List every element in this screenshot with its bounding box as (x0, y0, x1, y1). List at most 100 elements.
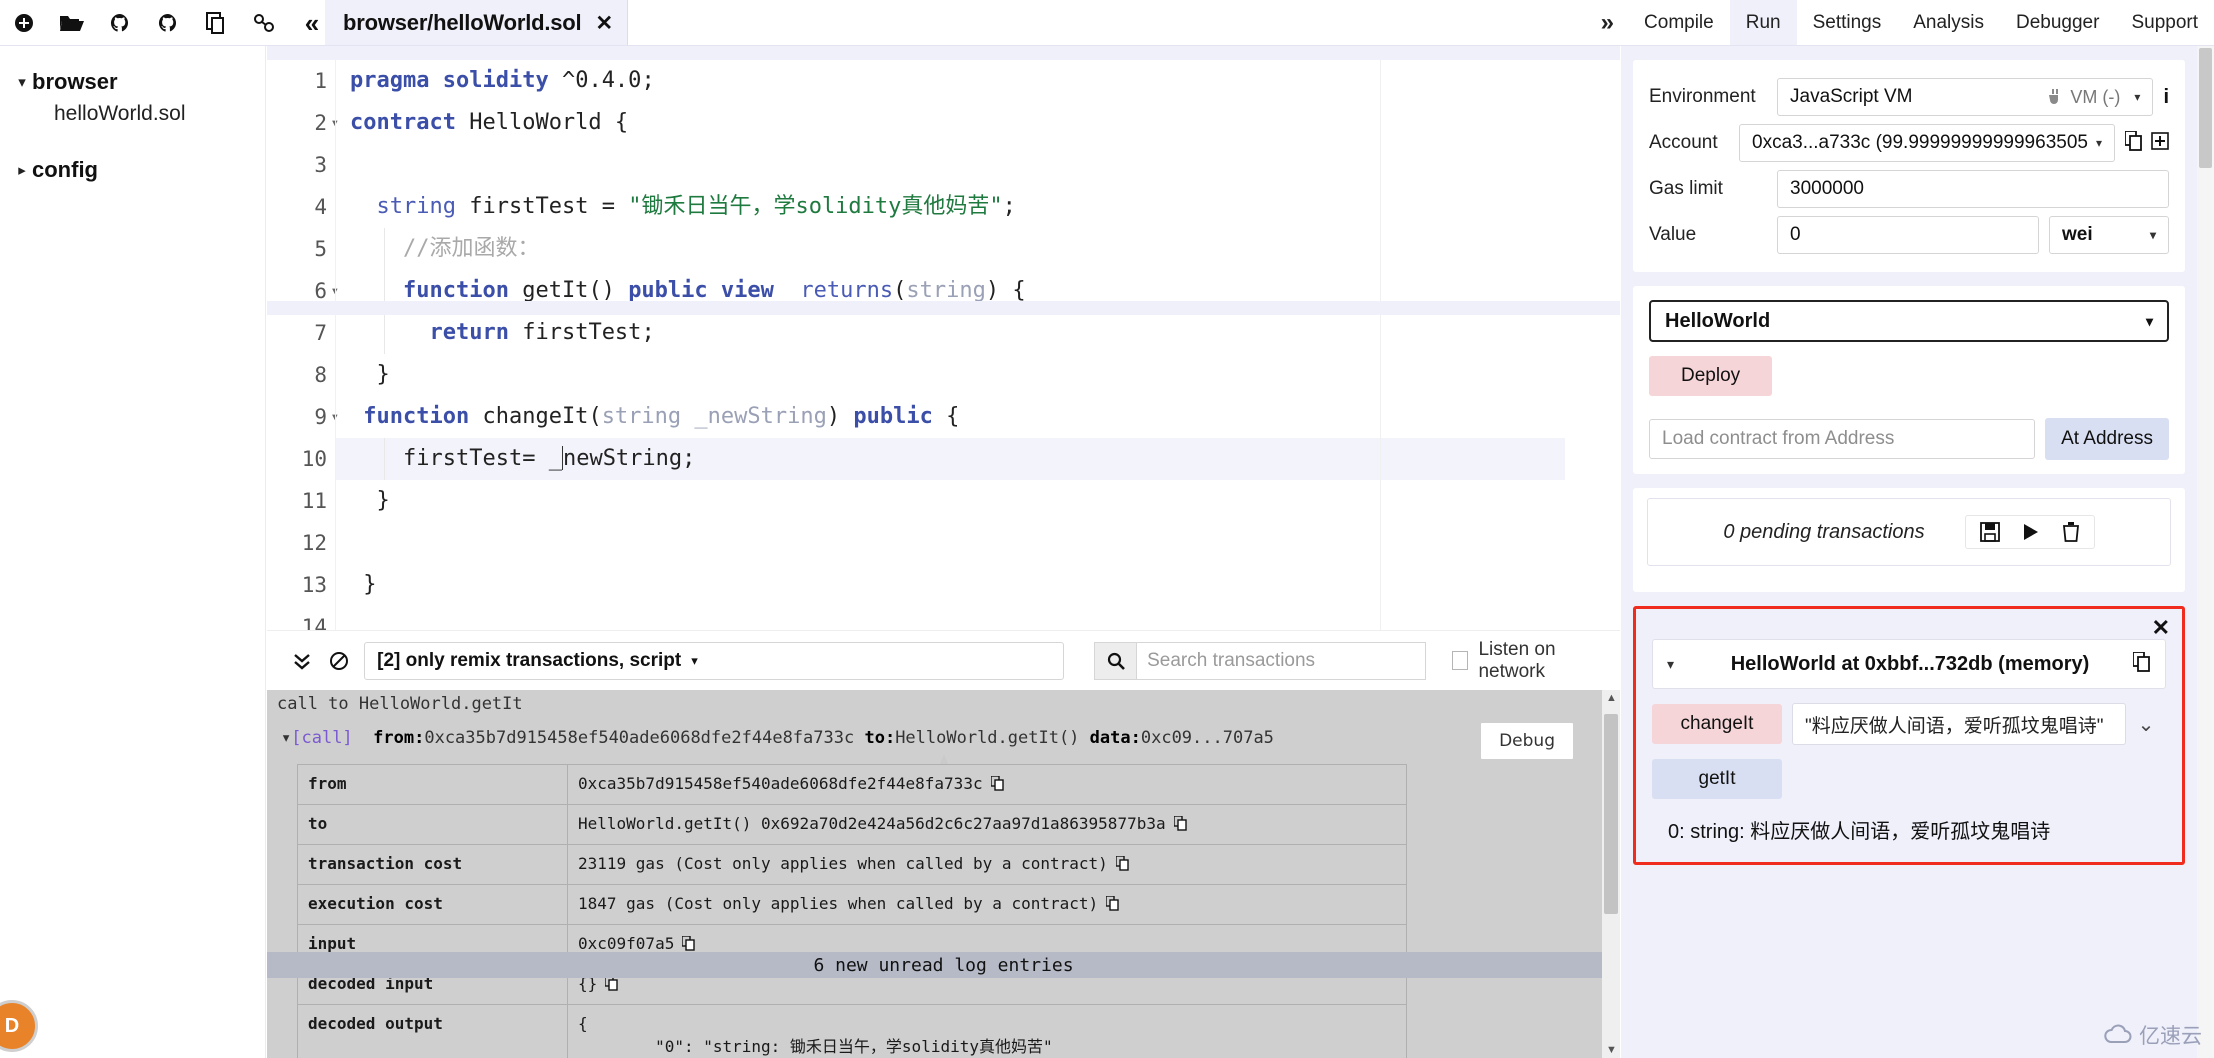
tab-support[interactable]: Support (2115, 0, 2214, 46)
close-icon[interactable]: ✕ (595, 13, 613, 34)
table-value: 23119 gas (Cost only applies when called… (567, 844, 1407, 885)
log-head-line: call to HelloWorld.getIt (277, 694, 523, 714)
tab-settings[interactable]: Settings (1797, 0, 1898, 46)
gas-limit-label: Gas limit (1649, 178, 1723, 199)
chevron-right-icon[interactable]: ▸ (12, 161, 32, 179)
scroll-up-icon[interactable]: ▲ (1606, 692, 1617, 704)
getit-button[interactable]: getIt (1652, 759, 1782, 799)
link-icon[interactable] (240, 0, 288, 46)
copy-file-icon[interactable] (192, 0, 240, 46)
tree-folder-config[interactable]: ▸ config (0, 154, 265, 186)
collapse-terminal-icon[interactable] (283, 639, 321, 683)
file-tab-label: browser/helloWorld.sol (343, 10, 582, 35)
deployed-contract-panel: ✕ ▾ HelloWorld at 0xbbf...732db (memory)… (1633, 606, 2185, 865)
editor-body[interactable]: 1 2 ▾ 3 4 5 6 ▾ 7 8 9 ▾ 10 11 12 13 14 p… (267, 60, 1620, 630)
run-settings-card: Environment JavaScript VM VM (-) ▾ i Acc… (1633, 60, 2185, 272)
tab-compile[interactable]: Compile (1628, 0, 1730, 46)
gas-limit-input[interactable]: 3000000 (1777, 170, 2169, 208)
transaction-filter-select[interactable]: [2] only remix transactions, script ▾ (364, 641, 1065, 680)
add-file-icon[interactable] (0, 0, 48, 46)
listen-checkbox[interactable] (1452, 651, 1469, 670)
copy-icon[interactable] (604, 975, 618, 995)
account-row: Account 0xca3...a733c (99.99999999999963… (1649, 120, 2169, 166)
expand-tabs-icon[interactable]: » (1587, 11, 1628, 35)
terminal-log[interactable]: call to HelloWorld.getIt ▾[call] from:0x… (267, 690, 1620, 1058)
editor-code-area[interactable]: 1 2 ▾ 3 4 5 6 ▾ 7 8 9 ▾ 10 11 12 13 14 p… (267, 60, 1565, 630)
info-icon[interactable]: i (2163, 86, 2169, 109)
tree-folder-browser[interactable]: ▾ browser (0, 66, 265, 98)
tree-file-helloworld-label: helloWorld.sol (54, 102, 186, 125)
search-icon[interactable] (1094, 641, 1137, 680)
editor-mid-strip (267, 301, 1620, 315)
line-number: 4 (314, 195, 327, 219)
terminal-scrollbar[interactable]: ▲ ▼ (1602, 690, 1620, 1058)
scroll-down-icon[interactable]: ▼ (1606, 1044, 1617, 1056)
scrollbar-thumb[interactable] (1604, 714, 1618, 914)
scrollbar-thumb[interactable] (2199, 48, 2212, 168)
copy-icon[interactable] (1172, 815, 1187, 835)
copy-icon[interactable] (2132, 650, 2151, 677)
add-account-icon[interactable] (2151, 131, 2169, 155)
save-icon[interactable] (1979, 522, 2000, 542)
table-row: to HelloWorld.getIt() 0x692a70d2e424a56d… (297, 804, 1407, 845)
changeit-input[interactable]: "料应厌做人间语，爱听孤坟鬼唱诗" (1792, 703, 2126, 745)
table-row: from 0xca35b7d915458ef540ade6068dfe2f44e… (297, 764, 1407, 805)
copy-icon[interactable] (989, 775, 1004, 795)
chevron-down-icon[interactable]: ⌄ (2126, 712, 2166, 737)
github-publish-icon[interactable] (96, 0, 144, 46)
tab-debugger[interactable]: Debugger (2000, 0, 2115, 46)
file-tab[interactable]: browser/helloWorld.sol ✕ (325, 0, 629, 46)
log-call-row[interactable]: ▾[call] from:0xca35b7d915458ef540ade6068… (267, 716, 1620, 760)
pending-transactions-text: 0 pending transactions (1723, 520, 1925, 543)
close-icon[interactable]: ✕ (2152, 615, 2170, 641)
listen-on-network-toggle[interactable]: Listen on network (1452, 639, 1604, 683)
at-address-button[interactable]: At Address (2045, 418, 2169, 460)
line-number: 2 ▾ (267, 102, 339, 144)
deployed-contract-header[interactable]: ▾ HelloWorld at 0xbbf...732db (memory) (1652, 639, 2166, 689)
environment-select[interactable]: JavaScript VM VM (-) ▾ (1777, 78, 2154, 116)
value-input[interactable]: 0 (1777, 216, 2039, 254)
environment-row: Environment JavaScript VM VM (-) ▾ i (1649, 74, 2169, 120)
at-address-row: Load contract from Address At Address (1649, 418, 2169, 460)
tab-analysis[interactable]: Analysis (1897, 0, 2000, 46)
code-editor[interactable]: 1 2 ▾ 3 4 5 6 ▾ 7 8 9 ▾ 10 11 12 13 14 p… (267, 46, 1620, 630)
chevron-down-icon: ▾ (2095, 136, 2102, 150)
run-icon[interactable] (2022, 523, 2040, 541)
table-row: decoded output { "0": "string: 锄禾日当午，学so… (297, 1004, 1407, 1058)
vm-tag-label: VM (-) (2070, 86, 2121, 107)
chevron-down-icon[interactable]: ▾ (1667, 656, 1697, 673)
line-number: 12 (301, 531, 327, 555)
unread-log-banner[interactable]: 6 new unread log entries (267, 952, 1620, 978)
value-unit-select[interactable]: wei ▾ (2049, 216, 2169, 254)
page-scrollbar[interactable] (2197, 46, 2214, 1058)
table-row: transaction cost 23119 gas (Cost only ap… (297, 844, 1407, 885)
value-unit: wei (2062, 224, 2093, 245)
copy-icon[interactable] (1105, 895, 1119, 915)
search-input[interactable] (1136, 641, 1427, 680)
function-row-changeit: changeIt "料应厌做人间语，爱听孤坟鬼唱诗" ⌄ (1652, 703, 2166, 745)
pending-transactions-card: 0 pending transactions (1633, 488, 2185, 592)
account-actions (2124, 129, 2169, 156)
deploy-button[interactable]: Deploy (1649, 356, 1773, 396)
editor-top-strip (267, 46, 1620, 60)
contract-select[interactable]: HelloWorld ▾ (1649, 300, 2169, 342)
account-select[interactable]: 0xca3...a733c (99.99999999999963505 ▾ (1739, 124, 2115, 162)
github-gist-icon[interactable] (144, 0, 192, 46)
debug-button[interactable]: Debug (1480, 722, 1574, 760)
delete-icon[interactable] (2062, 522, 2080, 542)
line-number: 3 (314, 153, 327, 177)
changeit-button[interactable]: changeIt (1652, 704, 1782, 744)
notification-badge[interactable]: D (0, 1000, 38, 1052)
clear-terminal-icon[interactable] (321, 639, 359, 683)
copy-icon[interactable] (1115, 855, 1129, 875)
terminal-search (1094, 641, 1427, 680)
tab-run[interactable]: Run (1729, 0, 1797, 46)
tree-file-helloworld[interactable]: helloWorld.sol (0, 98, 265, 130)
table-key: execution cost (297, 884, 568, 925)
table-value: HelloWorld.getIt() 0x692a70d2e424a56d2c6… (567, 804, 1407, 845)
open-folder-icon[interactable] (48, 0, 96, 46)
load-contract-address-input[interactable]: Load contract from Address (1649, 419, 2036, 459)
copy-icon[interactable] (2124, 129, 2143, 156)
chevron-down-icon[interactable]: ▾ (12, 73, 32, 91)
